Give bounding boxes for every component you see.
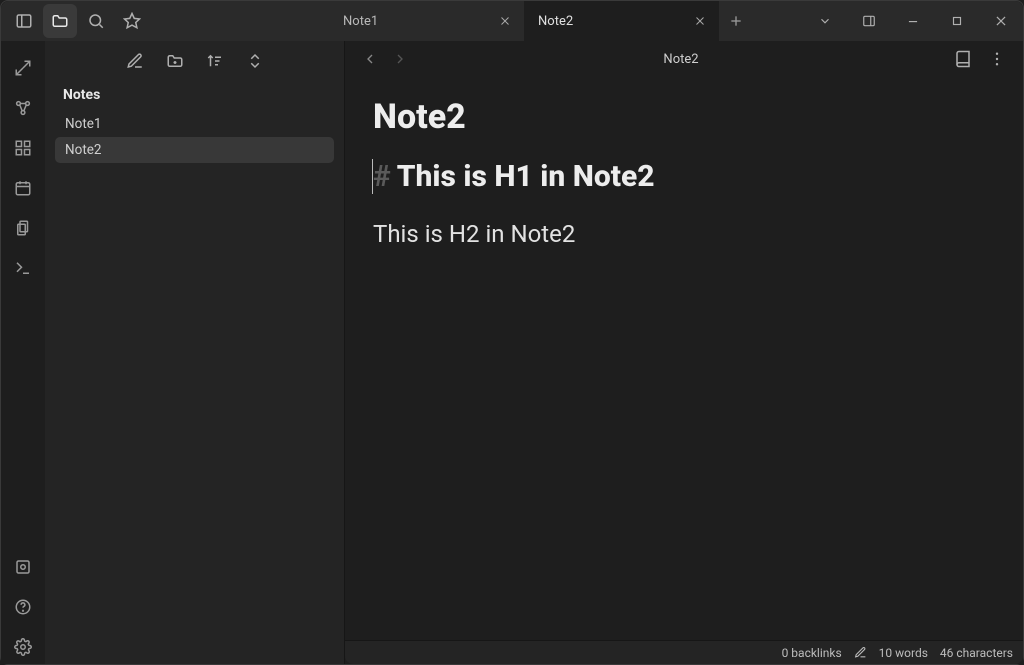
editor-breadcrumb[interactable]: Note2 (421, 52, 941, 67)
maximize-button[interactable] (935, 1, 979, 41)
help-button[interactable] (6, 590, 40, 624)
more-options-button[interactable] (983, 45, 1011, 73)
templates-button[interactable] (6, 211, 40, 245)
collapse-button[interactable] (242, 48, 268, 74)
status-edit-mode[interactable] (854, 646, 867, 659)
toggle-left-sidebar-button[interactable] (7, 4, 41, 38)
heading-1-line[interactable]: # This is H1 in Note2 (373, 159, 995, 194)
heading-1-text: This is H1 in Note2 (397, 159, 655, 194)
titlebar-left (1, 4, 149, 38)
settings-button[interactable] (6, 630, 40, 664)
markdown-h1-marker: # (373, 159, 391, 194)
editor-header: Note2 (345, 41, 1023, 77)
search-button[interactable] (79, 4, 113, 38)
new-folder-button[interactable] (162, 48, 188, 74)
status-words[interactable]: 10 words (879, 646, 928, 660)
bookmarks-button[interactable] (115, 4, 149, 38)
heading-2-text[interactable]: This is H2 in Note2 (373, 220, 995, 248)
quick-switcher-button[interactable] (6, 51, 40, 85)
nav-back-button[interactable] (357, 46, 383, 72)
tab-bar: Note1 Note2 (329, 1, 803, 41)
document-title[interactable]: Note2 (373, 97, 995, 137)
tab-close-button[interactable] (496, 12, 514, 30)
vault-title[interactable]: Notes (45, 81, 344, 111)
daily-note-button[interactable] (6, 171, 40, 205)
nav-forward-button[interactable] (387, 46, 413, 72)
file-list: Note1 Note2 (45, 111, 344, 163)
editor-actions (949, 45, 1011, 73)
tab-label: Note1 (343, 14, 378, 29)
status-chars[interactable]: 46 characters (940, 646, 1013, 660)
canvas-button[interactable] (6, 131, 40, 165)
editor-content[interactable]: Note2 # This is H1 in Note2 This is H2 i… (345, 77, 1023, 640)
editor-pane: Note2 Note2 # This is H1 in Note2 This i… (345, 41, 1023, 664)
file-sidebar: Notes Note1 Note2 (45, 41, 345, 664)
tab-close-button[interactable] (691, 12, 709, 30)
new-note-button[interactable] (122, 48, 148, 74)
sort-button[interactable] (202, 48, 228, 74)
tab-label: Note2 (538, 14, 573, 29)
titlebar: Note1 Note2 (1, 1, 1023, 41)
close-window-button[interactable] (979, 1, 1023, 41)
app-window: Note1 Note2 (0, 0, 1024, 665)
file-item-note2[interactable]: Note2 (55, 137, 334, 163)
tab-note2[interactable]: Note2 (524, 1, 719, 41)
reading-mode-button[interactable] (949, 45, 977, 73)
editor-nav (357, 46, 413, 72)
files-button[interactable] (43, 4, 77, 38)
status-bar: 0 backlinks 10 words 46 characters (345, 640, 1023, 664)
file-item-note1[interactable]: Note1 (55, 111, 334, 137)
main-body: Notes Note1 Note2 Note2 (1, 41, 1023, 664)
graph-view-button[interactable] (6, 91, 40, 125)
tab-menu-button[interactable] (803, 1, 847, 41)
status-backlinks[interactable]: 0 backlinks (782, 646, 842, 660)
new-tab-button[interactable] (719, 1, 753, 41)
toggle-right-sidebar-button[interactable] (847, 1, 891, 41)
sidebar-toolbar (45, 41, 344, 81)
tab-note1[interactable]: Note1 (329, 1, 524, 41)
left-ribbon (1, 41, 45, 664)
vault-button[interactable] (6, 550, 40, 584)
minimize-button[interactable] (891, 1, 935, 41)
window-controls (803, 1, 1023, 41)
command-palette-button[interactable] (6, 251, 40, 285)
